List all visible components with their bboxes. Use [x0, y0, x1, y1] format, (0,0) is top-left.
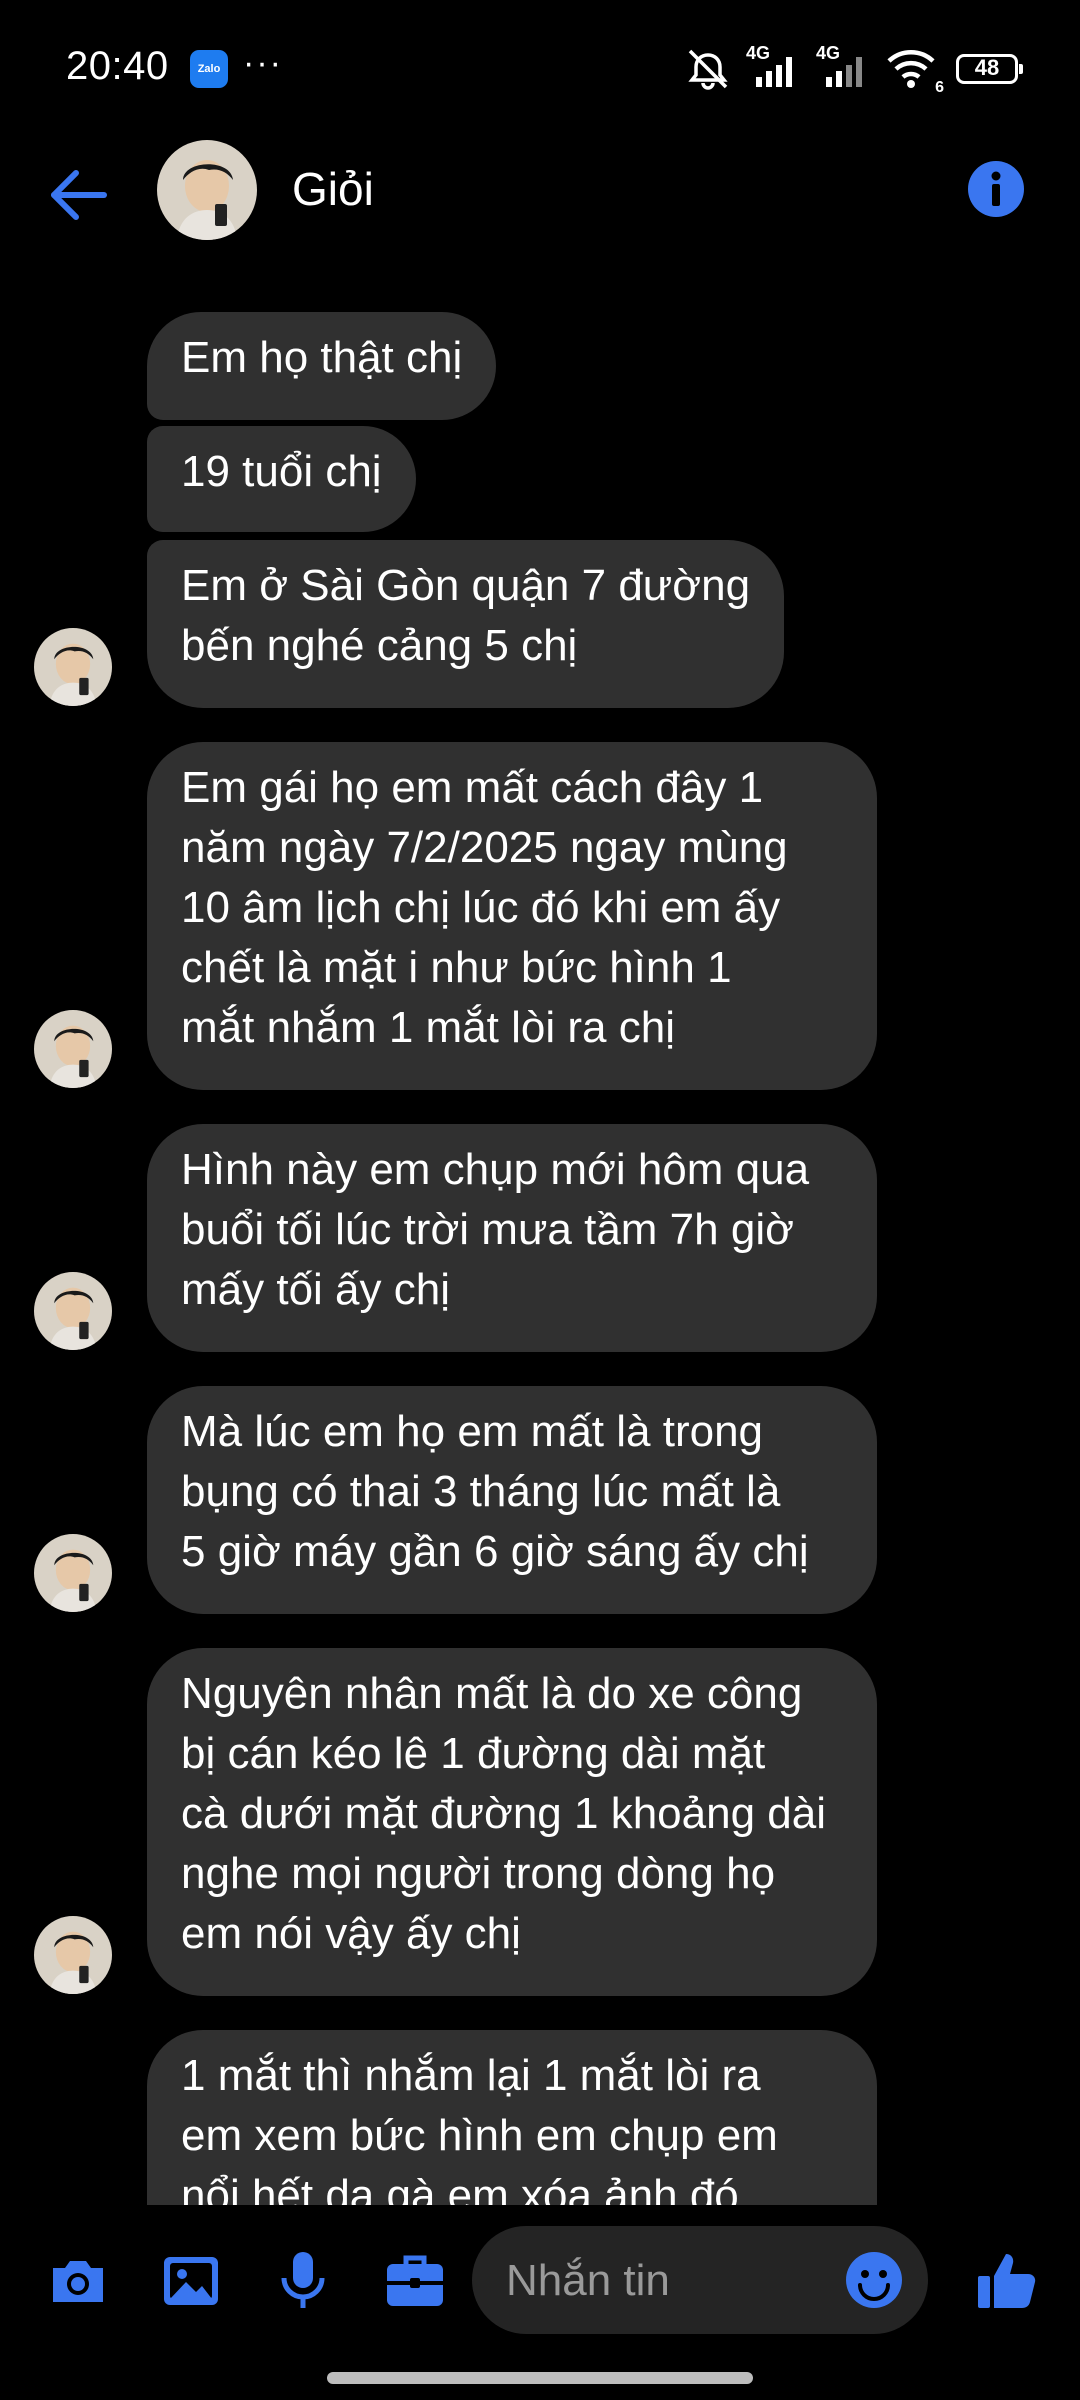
- message-input-placeholder: Nhắn tin: [506, 2256, 670, 2305]
- signal-1-icon: 4G: [746, 43, 802, 91]
- status-time: 20:40: [66, 44, 169, 88]
- message-text: nghe mọi người trong dòng họ: [181, 1849, 776, 1898]
- message-text: bị cán kéo lê 1 đường dài mặt: [181, 1729, 766, 1778]
- battery-icon: 48: [956, 54, 1023, 84]
- sender-avatar[interactable]: [34, 1534, 112, 1612]
- message-text: Em gái họ em mất cách đây 1: [181, 763, 764, 812]
- microphone-icon[interactable]: [270, 2248, 336, 2314]
- status-bar: 20:40 Zalo ··· 4G 4G 6 48: [0, 0, 1080, 140]
- message-text: 1 mắt thì nhắm lại 1 mắt lòi ra: [181, 2051, 761, 2100]
- message-bubble[interactable]: 1 mắt thì nhắm lại 1 mắt lòi ra em xem b…: [147, 2030, 877, 2205]
- message-text: năm ngày 7/2/2025 ngay mùng: [181, 823, 788, 872]
- contact-name[interactable]: Giỏi: [292, 162, 374, 216]
- message-bubble[interactable]: Mà lúc em họ em mất là trong bụng có tha…: [147, 1386, 877, 1614]
- emoji-icon[interactable]: [844, 2250, 904, 2310]
- status-icons: 4G 4G 6 48: [684, 43, 1023, 96]
- message-text: Nguyên nhân mất là do xe công: [181, 1669, 803, 1718]
- message-text: mấy tối ấy chị: [181, 1265, 450, 1314]
- message-text: bến nghé cảng 5 chị: [181, 621, 578, 670]
- wifi-label: 6: [935, 79, 944, 96]
- message-bubble[interactable]: Em ở Sài Gòn quận 7 đường bến nghé cảng …: [147, 540, 785, 708]
- signal-2-icon: 4G: [816, 43, 872, 91]
- message-bubble[interactable]: Em họ thật chị: [147, 312, 497, 420]
- chat-header: Giỏi: [0, 130, 1080, 260]
- info-icon[interactable]: [967, 160, 1025, 218]
- sender-avatar[interactable]: [34, 628, 112, 706]
- message-text: Em ở Sài Gòn quận 7 đường: [181, 561, 751, 610]
- back-arrow-icon[interactable]: [40, 160, 120, 230]
- message-text: Mà lúc em họ em mất là trong: [181, 1407, 764, 1456]
- message-bubble[interactable]: Em gái họ em mất cách đây 1 năm ngày 7/2…: [147, 742, 877, 1090]
- battery-level: 48: [974, 55, 1000, 80]
- sender-avatar[interactable]: [34, 1010, 112, 1088]
- home-indicator[interactable]: [327, 2372, 753, 2384]
- message-bubble[interactable]: Nguyên nhân mất là do xe công bị cán kéo…: [147, 1648, 877, 1996]
- zalo-notification-icon: Zalo: [190, 50, 228, 88]
- message-text: buổi tối lúc trời mưa tầm 7h giờ: [181, 1205, 794, 1254]
- message-text: Hình này em chụp mới hôm qua: [181, 1145, 810, 1194]
- mute-icon: [688, 49, 728, 90]
- gallery-icon[interactable]: [158, 2248, 224, 2314]
- message-text: chết là mặt i như bức hình 1: [181, 943, 732, 992]
- message-text: 19 tuổi chị: [181, 447, 382, 496]
- contact-avatar[interactable]: [157, 140, 257, 240]
- sender-avatar[interactable]: [34, 1272, 112, 1350]
- message-text: em nói vậy ấy chị: [181, 1909, 521, 1958]
- message-text: Em họ thật chị: [181, 333, 463, 382]
- message-text: 5 giờ máy gần 6 giờ sáng ấy chị: [181, 1527, 809, 1576]
- more-notifications-icon: ···: [243, 44, 283, 82]
- message-text: bụng có thai 3 tháng lúc mất là: [181, 1467, 781, 1516]
- message-bubble[interactable]: Hình này em chụp mới hôm qua buổi tối lú…: [147, 1124, 877, 1352]
- message-input[interactable]: Nhắn tin: [472, 2226, 928, 2334]
- message-bubble[interactable]: 19 tuổi chị: [147, 426, 416, 532]
- wifi-icon: 6: [886, 47, 944, 96]
- camera-icon[interactable]: [45, 2248, 111, 2314]
- message-text: 10 âm lịch chị lúc đó khi em ấy: [181, 883, 781, 932]
- composer-bar: Nhắn tin: [0, 2220, 1080, 2340]
- message-text: cà dưới mặt đường 1 khoảng dài: [181, 1789, 826, 1838]
- sender-avatar[interactable]: [34, 1916, 112, 1994]
- like-icon[interactable]: [974, 2248, 1040, 2314]
- message-text: mắt nhắm 1 mắt lòi ra chị: [181, 1003, 675, 1052]
- message-text: em xem bức hình em chụp em: [181, 2111, 778, 2160]
- message-text: nổi hết da gà em xóa ảnh đó: [181, 2171, 739, 2205]
- message-list[interactable]: Em họ thật chị 19 tuổi chị Em ở Sài Gòn …: [0, 300, 1080, 2205]
- briefcase-icon[interactable]: [382, 2248, 448, 2314]
